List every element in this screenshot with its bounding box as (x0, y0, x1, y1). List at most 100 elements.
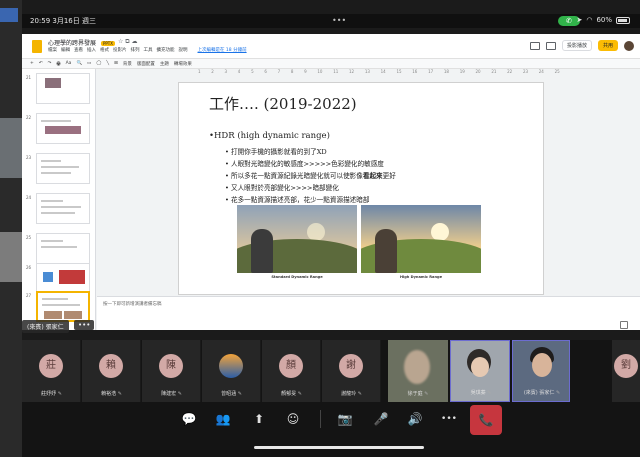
menu-slide[interactable]: 投影片 (113, 47, 127, 53)
participant-video-tile[interactable]: 吳琪蓁 ✎ (450, 340, 510, 402)
menu-tools[interactable]: 工具 (144, 47, 153, 53)
undo-icon[interactable]: ↶ (39, 61, 43, 66)
explore-icon[interactable] (620, 321, 628, 329)
background-window-strip (0, 0, 22, 457)
shared-screen: 心理學的跨界發展 PPTX ☆ ⧉ ☁ 檔案 編輯 查看 插入 格式 投影片 排… (22, 34, 640, 330)
slide-sub-bullet[interactable]: • 人眼對光暗變化的敏感度>>>>>色彩變化的敏感度 (225, 158, 384, 168)
menu-help[interactable]: 說明 (179, 47, 188, 53)
title-icons[interactable]: ☆ ⧉ ☁ (118, 38, 137, 46)
location-icon: ➤ (576, 16, 583, 24)
participant-video-tile[interactable]: (來賓) 張家仁 ✎ (512, 340, 570, 402)
slide-number: 25 (26, 235, 32, 240)
reactions-icon[interactable]: ☺ (284, 410, 302, 428)
participant-name: 莊妤妤 ✎ (41, 391, 62, 397)
speaker-notes[interactable]: 按一下即可新增演講者備忘稿 (97, 296, 640, 330)
multitask-dots[interactable]: ••• (332, 16, 346, 25)
mic-muted-icon[interactable]: 🎤 (372, 410, 390, 428)
slide-number: 26 (26, 265, 32, 270)
background-window-thumbnail (0, 118, 22, 178)
account-avatar[interactable] (624, 40, 634, 51)
menu-edit[interactable]: 編輯 (61, 47, 70, 53)
chat-icon[interactable]: 💬 (180, 410, 198, 428)
filmstrip-slide[interactable]: 21 (26, 73, 92, 105)
hang-up-button[interactable]: 📞 (470, 405, 502, 435)
layout-button[interactable]: 版面配置 (137, 61, 155, 67)
redo-icon[interactable]: ↷ (48, 61, 52, 66)
menu-view[interactable]: 查看 (74, 47, 83, 53)
participant-avatar-photo (219, 354, 243, 378)
transition-button[interactable]: 轉場效果 (174, 61, 192, 67)
menu-insert[interactable]: 插入 (87, 47, 96, 53)
participant-tile[interactable]: 謝 謝龍玲 ✎ (322, 340, 381, 402)
menu-file[interactable]: 檔案 (48, 47, 57, 53)
slide-number: 21 (26, 75, 32, 80)
slide-sub-bullet[interactable]: • 花多一點資源描述亮部，花少一點資源描述暗部 (225, 194, 369, 204)
filmstrip-slide[interactable]: 25 (26, 233, 92, 265)
print-icon[interactable]: 🖶 (56, 60, 60, 68)
zoom-icon[interactable]: 🔍 (76, 61, 82, 66)
call-controls: 💬 👥 ⬆ ☺ 📷 🎤 🔊 ••• 📞 (22, 402, 640, 457)
people-icon[interactable]: 👥 (214, 410, 232, 428)
slide-sub-bullet[interactable]: • 又人眼對於亮部變化>>>>暗部變化 (225, 182, 339, 192)
filmstrip-slide[interactable]: 23 (26, 153, 92, 185)
hdr-caption: High Dynamic Range (399, 275, 443, 279)
menu-extensions[interactable]: 擴充功能 (157, 47, 175, 53)
home-indicator[interactable] (254, 446, 424, 449)
comment-icon[interactable] (545, 41, 556, 50)
participant-avatar: 顏 (279, 354, 303, 378)
participant-avatar: 謝 (339, 354, 363, 378)
screen: 20:59 3月16日 週三 ••• ✆ ➤ ◠ 60% 心理學的跨界發展 PP… (0, 0, 640, 457)
theme-button[interactable]: 主題 (160, 61, 169, 67)
camera-off-icon[interactable]: 📷 (336, 410, 354, 428)
sdr-photo[interactable] (237, 205, 357, 273)
history-icon[interactable] (529, 41, 540, 50)
background-button[interactable]: 背景 (123, 61, 132, 67)
line-icon[interactable]: ╲ (106, 61, 109, 66)
participant-tile[interactable]: 劉 (612, 340, 640, 402)
participant-video-tile[interactable]: 徐于庭 ✎ (388, 340, 448, 402)
participant-name: 顏郁旻 ✎ (281, 391, 302, 397)
share-screen-icon[interactable]: ⬆ (250, 410, 268, 428)
hdr-photo[interactable] (361, 205, 481, 273)
textbox-icon[interactable]: ▭ (87, 61, 91, 66)
participant-strip: 莊 莊妤妤 ✎ 賴 賴裕浩 ✎ 陳 陳建宏 ✎ 曾昭涵 ✎ 顏 顏郁旻 ✎ 謝 … (22, 340, 640, 402)
shape-icon[interactable]: ◯ (96, 61, 101, 66)
image-icon[interactable]: ⊞ (114, 61, 118, 66)
participant-avatar: 陳 (159, 354, 183, 378)
status-time: 20:59 3月16日 週三 (30, 17, 96, 25)
share-button[interactable]: 共用 (597, 40, 618, 51)
slide-title[interactable]: 工作…. (2019-2022) (209, 93, 357, 114)
slide-sub-bullet[interactable]: • 所以多花一點資源紀錄光暗變化就可以使影像看起來更好 (225, 170, 396, 180)
document-title-text: 心理學的跨界發展 (48, 40, 97, 47)
speaker-notes-placeholder: 按一下即可新增演講者備忘稿 (103, 302, 162, 307)
participant-tile[interactable]: 顏 顏郁旻 ✎ (262, 340, 321, 402)
slide-editor: 工作…. (2019-2022) •HDR (high dynamic rang… (97, 76, 640, 330)
filmstrip-slide[interactable]: 22 (26, 113, 92, 145)
menu-bar: 檔案 編輯 查看 插入 格式 投影片 排列 工具 擴充功能 說明 上次編輯是在 … (48, 47, 247, 53)
wifi-icon: ◠ (586, 16, 593, 24)
participant-tile[interactable]: 曾昭涵 ✎ (202, 340, 261, 402)
more-options-icon[interactable]: ••• (440, 410, 458, 428)
filmstrip-slide[interactable]: 24 (26, 193, 92, 225)
speaker-icon[interactable]: 🔊 (406, 410, 424, 428)
participant-name: 曾昭涵 ✎ (221, 391, 242, 397)
background-window-thumbnail (0, 232, 22, 282)
slides-logo-icon[interactable] (32, 40, 42, 53)
paint-format-icon[interactable]: Aa (66, 61, 72, 66)
current-slide[interactable]: 工作…. (2019-2022) •HDR (high dynamic rang… (178, 82, 544, 295)
present-button[interactable]: 投影播放 (561, 40, 592, 51)
menu-arrange[interactable]: 排列 (131, 47, 140, 53)
new-slide-button[interactable]: + (30, 61, 34, 66)
participant-tile[interactable]: 莊 莊妤妤 ✎ (22, 340, 81, 402)
participant-tile[interactable]: 賴 賴裕浩 ✎ (82, 340, 141, 402)
share-more-button[interactable]: ••• (74, 320, 95, 330)
slides-toolbar: + ↶ ↷ 🖶 Aa 🔍 ▭ ◯ ╲ ⊞ 背景 版面配置 主題 轉場效果 (22, 58, 640, 69)
last-edit-link[interactable]: 上次編輯是在 18 分鐘前 (198, 47, 247, 53)
participant-tile[interactable]: 陳 陳建宏 ✎ (142, 340, 201, 402)
filmstrip-slide-current[interactable]: 27 (26, 291, 92, 323)
slide-sub-bullet[interactable]: • 打開你手機的攝影就看的到了XD (225, 146, 327, 156)
menu-format[interactable]: 格式 (100, 47, 109, 53)
document-title[interactable]: 心理學的跨界發展 PPTX (48, 38, 115, 47)
status-right: ➤ ◠ 60% (576, 16, 630, 24)
slide-bullet[interactable]: •HDR (high dynamic range) (209, 131, 330, 141)
